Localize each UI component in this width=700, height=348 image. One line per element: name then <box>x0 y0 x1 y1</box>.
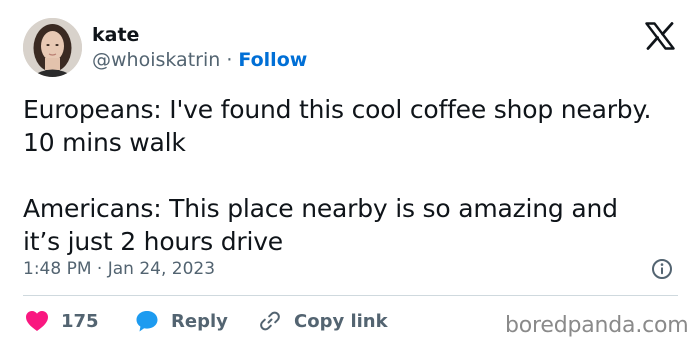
like-button[interactable]: 175 <box>25 309 99 333</box>
watermark: boredpanda.com <box>505 313 689 338</box>
copy-link-label: Copy link <box>294 310 388 332</box>
x-logo-icon[interactable] <box>645 22 675 50</box>
actions-divider <box>23 295 678 296</box>
copy-link-button[interactable]: Copy link <box>258 309 388 333</box>
tweet-timestamp[interactable]: 1:48 PM · Jan 24, 2023 <box>23 258 215 280</box>
author-handle-row: @whoiskatrin · Follow <box>92 48 307 72</box>
like-count: 175 <box>61 310 99 332</box>
info-icon[interactable] <box>651 258 673 280</box>
avatar-photo <box>23 18 82 77</box>
author-handle[interactable]: @whoiskatrin <box>92 49 220 71</box>
reply-label: Reply <box>171 310 228 332</box>
handle-separator: · <box>220 49 239 71</box>
follow-button[interactable]: Follow <box>238 49 307 71</box>
reply-button[interactable]: Reply <box>135 309 228 333</box>
link-icon <box>260 311 280 331</box>
author-avatar[interactable] <box>23 18 82 77</box>
heart-icon <box>26 311 48 331</box>
speech-bubble-icon <box>136 311 158 332</box>
tweet-text: Europeans: I've found this cool coffee s… <box>23 95 652 256</box>
author-display-name[interactable]: kate <box>92 23 139 47</box>
